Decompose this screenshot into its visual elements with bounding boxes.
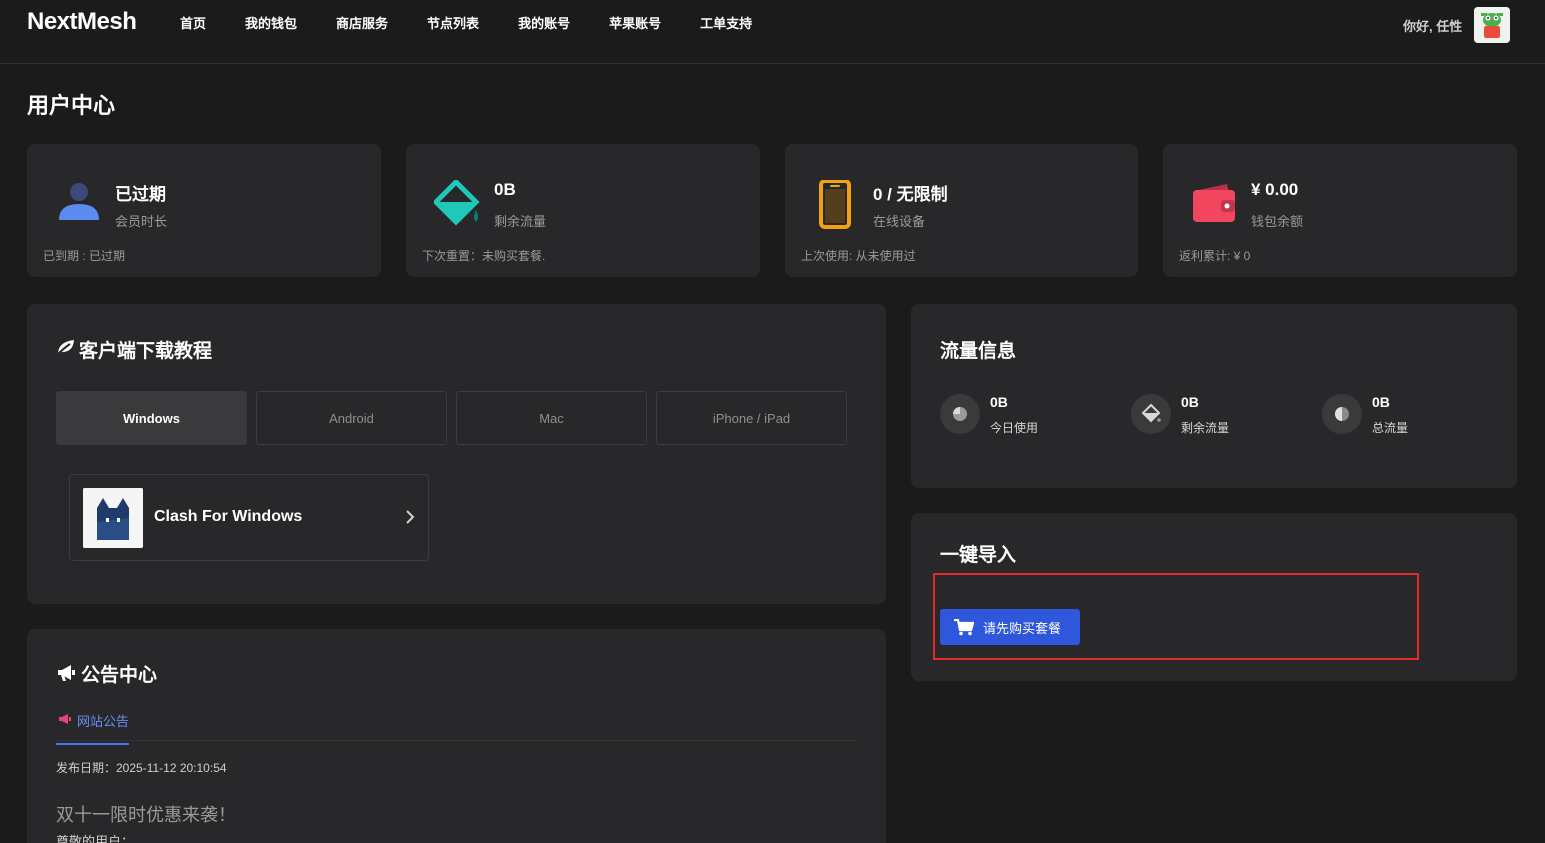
- announcement-date: 发布日期：2025-11-12 20:10:54: [56, 761, 227, 775]
- site-announcement-label: 网站公告: [77, 714, 130, 729]
- nav-account[interactable]: 我的账号: [518, 16, 570, 32]
- traffic-info-title: 流量信息: [940, 341, 1017, 362]
- tab-windows[interactable]: Windows: [56, 391, 247, 445]
- main-nav: 首页 我的钱包 商店服务 节点列表 我的账号 苹果账号 工单支持: [180, 16, 791, 32]
- megaphone-icon: [58, 665, 75, 681]
- membership-expiry: 已到期 : 已过期: [43, 249, 126, 263]
- tab-android[interactable]: Android: [256, 391, 447, 445]
- wallet-balance: ¥ 0.00: [1251, 180, 1299, 199]
- brand-logo[interactable]: NextMesh: [27, 8, 137, 36]
- last-used-info: 上次使用: 从未使用过: [801, 249, 916, 263]
- client-download-panel: 客户端下载教程 Windows Android Mac iPhone / iPa…: [27, 304, 886, 604]
- wallet-icon: [1191, 180, 1235, 228]
- chevron-right-icon: [406, 510, 415, 524]
- paint-bucket-icon: [432, 178, 480, 228]
- clash-cat-icon: [83, 488, 143, 548]
- today-usage-value: 0B: [990, 394, 1008, 410]
- megaphone-icon: [59, 714, 71, 724]
- today-usage-label: 今日使用: [990, 421, 1039, 435]
- half-circle-icon: [1322, 394, 1362, 434]
- download-section-title: 客户端下载教程: [79, 341, 213, 362]
- membership-status: 已过期: [115, 185, 166, 204]
- online-devices-label: 在线设备: [873, 214, 926, 229]
- avatar[interactable]: [1474, 7, 1510, 43]
- online-devices-value: 0 / 无限制: [873, 185, 948, 204]
- announcement-heading: 双十一限时优惠来袭！: [56, 805, 236, 825]
- membership-card: 已过期 会员时长 已到期 : 已过期: [27, 144, 381, 277]
- membership-label: 会员时长: [115, 214, 168, 229]
- page-title: 用户中心: [27, 93, 116, 118]
- total-traffic-value: 0B: [1372, 394, 1390, 410]
- remaining-traffic-value-2: 0B: [1181, 394, 1199, 410]
- paint-bucket-icon: [1131, 394, 1171, 434]
- clash-for-windows-download[interactable]: Clash For Windows: [69, 474, 429, 561]
- traffic-card: 0B 剩余流量 下次重置：未购买套餐.: [406, 144, 760, 277]
- top-navbar: NextMesh 首页 我的钱包 商店服务 节点列表 我的账号 苹果账号 工单支…: [0, 0, 1545, 64]
- traffic-reset-info: 下次重置：未购买套餐.: [422, 249, 546, 263]
- nav-wallet[interactable]: 我的钱包: [245, 16, 297, 32]
- highlight-box: [933, 573, 1419, 660]
- tab-iphone-ipad[interactable]: iPhone / iPad: [656, 391, 847, 445]
- pie-chart-icon: [940, 394, 980, 434]
- nav-nodes[interactable]: 节点列表: [427, 16, 479, 32]
- leaf-icon: [56, 340, 74, 356]
- nav-home[interactable]: 首页: [180, 16, 206, 32]
- user-greeting[interactable]: 你好, 任性: [1403, 16, 1462, 35]
- wallet-balance-label: 钱包余额: [1251, 214, 1304, 229]
- nav-shop[interactable]: 商店服务: [336, 16, 388, 32]
- announcement-title: 公告中心: [81, 665, 158, 686]
- tab-mac[interactable]: Mac: [456, 391, 647, 445]
- remaining-traffic-label-2: 剩余流量: [1181, 421, 1230, 435]
- announcement-panel: 公告中心 网站公告 发布日期：2025-11-12 20:10:54 双十一限时…: [27, 629, 886, 843]
- nav-apple-account[interactable]: 苹果账号: [609, 16, 661, 32]
- remaining-traffic-label: 剩余流量: [494, 214, 547, 229]
- app-name: Clash For Windows: [154, 508, 303, 525]
- rebate-total: 返利累计: ¥ 0: [1179, 249, 1251, 263]
- tab-divider: [56, 740, 856, 741]
- nav-tickets[interactable]: 工单支持: [700, 16, 752, 32]
- user-icon: [55, 180, 99, 228]
- announcement-body: 尊敬的用户：: [56, 834, 135, 843]
- phone-icon: [813, 179, 857, 229]
- traffic-info-panel: 流量信息 0B 今日使用 0B 剩余流量 0B 总流量: [911, 304, 1517, 488]
- import-title: 一键导入: [940, 545, 1017, 566]
- wallet-card: ¥ 0.00 钱包余额 返利累计: ¥ 0: [1163, 144, 1517, 277]
- total-traffic-label: 总流量: [1372, 421, 1409, 435]
- remaining-traffic-value: 0B: [494, 180, 516, 199]
- devices-card: 0 / 无限制 在线设备 上次使用: 从未使用过: [785, 144, 1138, 277]
